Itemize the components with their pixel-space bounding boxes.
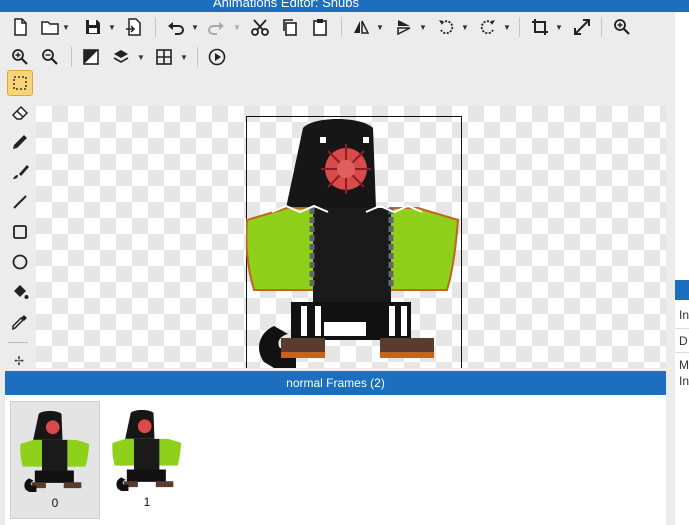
pencil-tool-icon[interactable] (8, 130, 32, 154)
resize-icon[interactable] (572, 17, 592, 37)
property-label: In (679, 308, 689, 322)
chevron-down-icon[interactable]: ▼ (180, 54, 188, 62)
properties-panel-edge: In D M In (675, 280, 689, 525)
frame-thumbnail[interactable]: 1 (103, 401, 191, 517)
toolbar-divider (601, 17, 602, 37)
undo-icon[interactable] (166, 17, 186, 37)
frames-panel-header: normal Frames (2) (5, 371, 666, 395)
fill-bucket-tool-icon[interactable] (8, 280, 32, 304)
eyedropper-tool-icon[interactable] (8, 310, 32, 334)
paste-icon[interactable] (310, 17, 330, 37)
frame-thumbnail-image (112, 409, 182, 491)
chevron-down-icon[interactable]: ▼ (419, 24, 427, 32)
chevron-down-icon[interactable]: ▼ (233, 24, 241, 32)
flip-horizontal-icon[interactable] (351, 17, 371, 37)
select-tool-icon[interactable] (7, 70, 33, 96)
drawing-canvas[interactable] (36, 106, 666, 368)
open-folder-icon[interactable] (40, 17, 60, 37)
divider (675, 328, 689, 329)
properties-panel-header (675, 280, 689, 300)
layers-icon[interactable] (111, 47, 131, 67)
chevron-down-icon[interactable]: ▼ (62, 24, 70, 32)
sprite-image (246, 119, 460, 368)
window-titlebar: Animations Editor: Snubs (0, 0, 689, 12)
chevron-down-icon[interactable]: ▼ (555, 24, 563, 32)
eraser-tool-icon[interactable] (8, 100, 32, 124)
frame-label: 1 (143, 495, 151, 509)
ellipse-tool-icon[interactable] (8, 250, 32, 274)
zoom-out-icon[interactable] (40, 47, 60, 67)
frame-label: 0 (51, 496, 59, 510)
secondary-toolbar: ▼ ▼ (0, 42, 675, 72)
crop-icon[interactable] (530, 17, 550, 37)
tool-palette: ✢ (0, 70, 36, 368)
chevron-down-icon[interactable]: ▼ (191, 24, 199, 32)
window-title: Animations Editor: Snubs (213, 0, 359, 10)
chevron-down-icon[interactable]: ▼ (108, 24, 116, 32)
zoom-in-icon[interactable] (10, 47, 30, 67)
brush-tool-icon[interactable] (8, 160, 32, 184)
export-icon[interactable] (124, 17, 144, 37)
more-tools-icon[interactable]: ✢ (14, 354, 24, 368)
flip-vertical-icon[interactable] (394, 17, 414, 37)
frames-panel: 0 1 (5, 395, 666, 525)
divider (675, 352, 689, 353)
new-file-icon[interactable] (10, 17, 30, 37)
grid-icon[interactable] (154, 47, 174, 67)
property-label: D (679, 334, 688, 348)
toolbar-divider (155, 17, 156, 37)
play-icon[interactable] (207, 47, 227, 67)
toolbar-divider (519, 17, 520, 37)
toolbar-divider (71, 47, 72, 67)
line-tool-icon[interactable] (8, 190, 32, 214)
chevron-down-icon[interactable]: ▼ (376, 24, 384, 32)
invert-colors-icon[interactable] (81, 47, 101, 67)
chevron-down-icon[interactable]: ▼ (503, 24, 511, 32)
property-label: In (679, 374, 689, 388)
frame-thumbnail[interactable]: 0 (10, 401, 100, 519)
rotate-right-icon[interactable] (478, 17, 498, 37)
cut-icon[interactable] (250, 17, 270, 37)
save-icon[interactable] (83, 17, 103, 37)
property-label: M (679, 358, 689, 372)
chevron-down-icon[interactable]: ▼ (137, 54, 145, 62)
zoom-fit-icon[interactable] (612, 17, 632, 37)
toolbar-divider (341, 17, 342, 37)
chevron-down-icon[interactable]: ▼ (461, 24, 469, 32)
tool-divider (8, 342, 28, 343)
rectangle-tool-icon[interactable] (8, 220, 32, 244)
redo-icon[interactable] (206, 17, 226, 37)
main-toolbar: ▼ ▼ ▼ ▼ ▼ ▼ ▼ ▼ ▼ (0, 12, 675, 42)
rotate-left-icon[interactable] (436, 17, 456, 37)
toolbar-divider (197, 47, 198, 67)
frame-thumbnail-image (20, 410, 90, 492)
canvas-top-margin (36, 70, 666, 106)
copy-icon[interactable] (280, 17, 300, 37)
